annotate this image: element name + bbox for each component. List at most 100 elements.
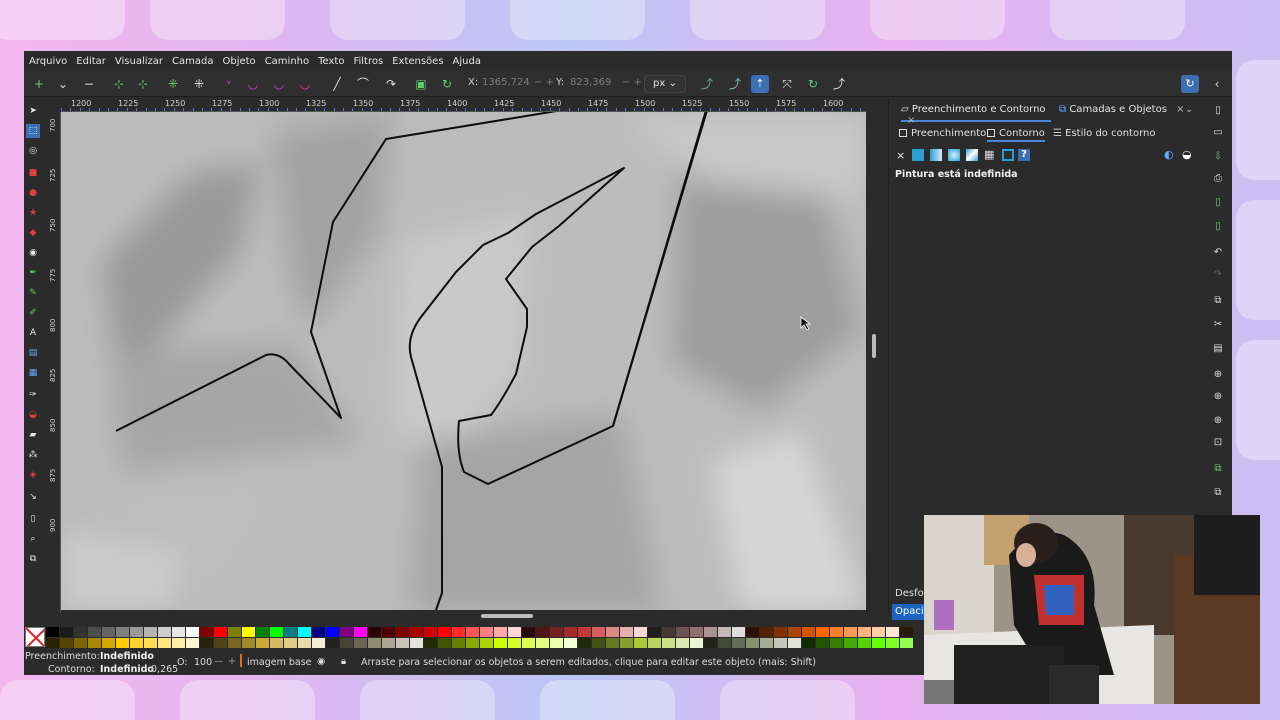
subtab-stroke-paint[interactable]: Contorno <box>987 128 1045 142</box>
flat-color-button[interactable] <box>912 149 924 161</box>
color-swatch[interactable] <box>494 638 507 648</box>
horizontal-ruler[interactable]: 1200 1225 1250 1275 1300 1325 1350 1375 … <box>61 98 866 112</box>
color-swatch[interactable] <box>382 638 395 648</box>
pencil-tool-icon[interactable]: ✎ <box>26 286 40 300</box>
swatch-button[interactable] <box>1002 149 1014 161</box>
color-swatch[interactable] <box>396 638 409 648</box>
mesh-tool-icon[interactable]: ▦ <box>26 366 40 380</box>
horizontal-scrollbar[interactable] <box>61 611 866 621</box>
shape-builder-tool-icon[interactable]: ◈ <box>26 468 40 482</box>
menu-texto[interactable]: Texto <box>318 56 344 67</box>
color-swatch[interactable] <box>872 638 885 648</box>
pages-tool-icon[interactable]: ▯ <box>26 512 40 526</box>
color-swatch[interactable] <box>116 627 129 637</box>
path-effects-icon[interactable]: ↻ <box>438 75 456 93</box>
copy-icon[interactable]: ⧉ <box>1211 294 1225 308</box>
tab-layers-and-objects[interactable]: ⧉ Camadas e Objetos × <box>1059 104 1189 122</box>
color-swatch[interactable] <box>522 638 535 648</box>
menu-visualizar[interactable]: Visualizar <box>115 56 163 67</box>
color-swatch[interactable] <box>452 627 465 637</box>
color-swatch[interactable] <box>158 638 171 648</box>
smooth-node-icon[interactable]: ◡ <box>244 75 262 93</box>
opacity-plus-button[interactable]: + <box>228 656 236 667</box>
color-swatch[interactable] <box>396 627 409 637</box>
color-swatch[interactable] <box>732 627 745 637</box>
menu-editar[interactable]: Editar <box>76 56 106 67</box>
color-swatch[interactable] <box>872 627 885 637</box>
rectangle-tool-icon[interactable]: ■ <box>26 166 40 180</box>
color-swatch[interactable] <box>60 627 73 637</box>
color-swatch[interactable] <box>858 638 871 648</box>
cut-icon[interactable]: ✂ <box>1211 318 1225 332</box>
color-swatch[interactable] <box>312 638 325 648</box>
zoom-tool-icon[interactable]: ⌕ <box>26 532 40 546</box>
color-swatch[interactable] <box>900 627 913 637</box>
color-swatch[interactable] <box>690 627 703 637</box>
color-swatch[interactable] <box>746 627 759 637</box>
color-swatch[interactable] <box>536 638 549 648</box>
close-icon[interactable]: × <box>1176 104 1184 115</box>
color-swatch[interactable] <box>46 638 59 648</box>
color-swatch[interactable] <box>802 627 815 637</box>
color-swatch[interactable] <box>788 627 801 637</box>
color-swatch[interactable] <box>438 638 451 648</box>
color-swatch[interactable] <box>410 627 423 637</box>
paint-bucket-tool-icon[interactable]: ◒ <box>26 408 40 422</box>
color-swatch[interactable] <box>340 638 353 648</box>
color-swatch[interactable] <box>858 627 871 637</box>
color-swatch[interactable] <box>844 638 857 648</box>
color-swatch[interactable] <box>718 627 731 637</box>
color-swatch[interactable] <box>802 638 815 648</box>
color-swatch[interactable] <box>886 627 899 637</box>
color-swatch[interactable] <box>382 627 395 637</box>
mesh-gradient-button[interactable] <box>966 149 978 161</box>
join-segment-icon[interactable]: ⁜ <box>164 75 182 93</box>
color-swatch[interactable] <box>900 638 913 648</box>
color-swatch[interactable] <box>186 638 199 648</box>
color-swatch[interactable] <box>508 638 521 648</box>
snap-toggle-button[interactable]: ↻ <box>1181 75 1199 93</box>
delete-segment-icon[interactable]: ⁜ <box>190 75 208 93</box>
scrollbar-thumb[interactable] <box>872 334 876 358</box>
unset-paint-button[interactable]: ? <box>1018 149 1030 161</box>
menu-arquivo[interactable]: Arquivo <box>29 56 67 67</box>
color-swatch[interactable] <box>186 627 199 637</box>
color-swatch[interactable] <box>228 638 241 648</box>
color-swatch[interactable] <box>746 638 759 648</box>
tweak-tool-icon[interactable]: ◎ <box>26 144 40 158</box>
color-swatch[interactable] <box>704 638 717 648</box>
color-swatch[interactable] <box>494 627 507 637</box>
color-swatch[interactable] <box>634 627 647 637</box>
vertical-ruler[interactable]: 700 725 750 775 800 825 850 875 900 <box>48 112 61 613</box>
color-swatch[interactable] <box>774 638 787 648</box>
color-swatch[interactable] <box>816 627 829 637</box>
star-tool-icon[interactable]: ★ <box>26 206 40 220</box>
drawing-canvas[interactable] <box>61 112 866 610</box>
color-swatch[interactable] <box>200 627 213 637</box>
color-swatch[interactable] <box>522 627 535 637</box>
color-swatch[interactable] <box>676 638 689 648</box>
color-swatch[interactable] <box>466 627 479 637</box>
color-swatch[interactable] <box>340 627 353 637</box>
3d-box-tool-icon[interactable]: ◆ <box>26 226 40 240</box>
color-swatch[interactable] <box>144 627 157 637</box>
color-swatch[interactable] <box>564 638 577 648</box>
node-tool-icon[interactable]: ⬚ <box>26 124 40 138</box>
color-swatch[interactable] <box>480 627 493 637</box>
color-swatch[interactable] <box>284 627 297 637</box>
color-swatch[interactable] <box>326 627 339 637</box>
segment-line-icon[interactable]: ╱ <box>328 75 346 93</box>
dropper-tool-icon[interactable]: ✑ <box>26 388 40 402</box>
fill-indicator-value[interactable]: Indefinido <box>100 651 154 662</box>
color-swatch[interactable] <box>214 638 227 648</box>
color-swatch[interactable] <box>788 638 801 648</box>
color-swatch[interactable] <box>830 627 843 637</box>
print-icon[interactable]: ⎙ <box>1211 172 1225 186</box>
color-swatch[interactable] <box>368 638 381 648</box>
stroke-width-value[interactable]: 0,265 <box>151 664 178 675</box>
color-swatch[interactable] <box>368 627 381 637</box>
unit-select[interactable]: px ⌄ <box>644 75 686 93</box>
y-stepper[interactable]: − + <box>622 77 642 88</box>
cusp-node-icon[interactable]: ᵛ <box>220 75 238 93</box>
collapse-commands-icon[interactable]: ‹ <box>1208 75 1226 93</box>
